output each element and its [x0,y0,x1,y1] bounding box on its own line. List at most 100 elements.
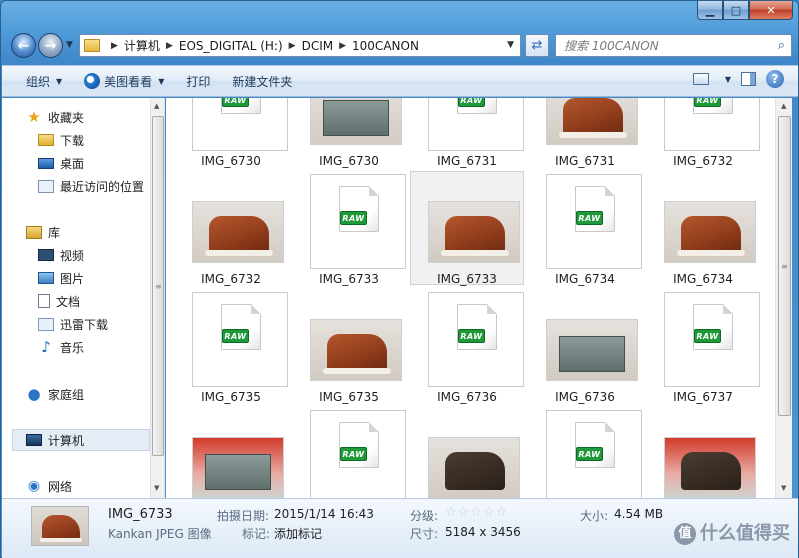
file-name-label: IMG_6732 [201,272,261,286]
sidebar-item-pictures[interactable]: 图片 [38,267,164,289]
raw-badge-icon: RAW [222,98,249,107]
file-tile[interactable]: IMG_6734 [642,171,760,290]
scroll-up-icon[interactable]: ▲ [154,102,159,110]
raw-file-thumbnail: RAW [546,410,642,498]
chevron-down-icon[interactable]: ▼ [725,75,731,84]
sidebar-item-homegroup[interactable]: ● 家庭组 [26,383,164,405]
file-tile[interactable]: RAW IMG_6736 [406,289,524,408]
photo-thumbnail [664,437,756,498]
shoebox-image [559,336,625,372]
meitu-open-button[interactable]: 美图看看 ▼ [76,69,172,93]
file-tile[interactable]: RAW IMG_6735 [170,289,288,408]
sidebar-item-network[interactable]: ◉ 网络 [26,475,164,497]
sidebar-item-xunlei[interactable]: 迅雷下载 [38,313,164,335]
sidebar-item-recent[interactable]: 最近访问的位置 [38,175,164,197]
file-tile[interactable] [642,407,760,498]
file-tile[interactable] [170,407,288,498]
file-tile[interactable]: RAW IMG_6731 [406,98,524,172]
file-tile[interactable]: IMG_6732 [170,171,288,290]
raw-file-thumbnail: RAW [664,292,760,387]
document-icon: RAW [221,98,261,114]
file-name-label: IMG_6736 [437,390,497,404]
file-tile[interactable]: RAW [288,407,406,498]
breadcrumb-computer[interactable]: 计算机 [124,37,160,54]
file-tile[interactable]: RAW [524,407,642,498]
close-button[interactable]: ✕ [749,1,793,20]
search-input[interactable] [564,38,764,53]
address-dropdown-icon[interactable]: ▼ [507,40,514,50]
breadcrumb-100canon[interactable]: 100CANON [352,39,419,53]
meitu-label: 美图看看 [104,74,153,89]
new-folder-button[interactable]: 新建文件夹 [224,69,300,93]
chevron-right-icon[interactable]: ▶ [166,41,173,51]
explorer-window: ▁ □ ✕ ← → ▼ ▶ 计算机 ▶ EOS_DIGITAL (H:) ▶ D… [0,0,799,558]
details-size-value: 4.54 MB [614,507,664,521]
sidebar-item-label: 迅雷下载 [60,317,109,332]
chevron-right-icon[interactable]: ▶ [111,41,118,51]
file-tile[interactable]: RAW IMG_6733 [288,171,406,290]
preview-pane-icon[interactable] [741,72,756,86]
history-dropdown-icon[interactable]: ▼ [66,40,73,50]
search-icon[interactable]: ⌕ [778,38,785,53]
back-button[interactable]: ← [11,33,36,58]
file-tile[interactable]: IMG_6735 [288,289,406,408]
sidebar-scrollbar[interactable]: ▲ ≡ ▼ [150,98,164,498]
maximize-button[interactable]: □ [723,1,749,20]
file-tile[interactable] [406,407,524,498]
refresh-button[interactable]: ⇄ [525,34,549,57]
sidebar-item-desktop[interactable]: 桌面 [38,152,164,174]
sidebar-item-libraries[interactable]: 库 [26,221,164,243]
sidebar-scroll-thumb[interactable]: ≡ [152,116,164,456]
address-bar[interactable]: ▶ 计算机 ▶ EOS_DIGITAL (H:) ▶ DCIM ▶ 100CAN… [79,34,521,57]
file-list-scrollbar[interactable]: ▲ ≡ ▼ [775,98,792,498]
details-date-value: 2015/1/14 16:43 [274,507,374,521]
file-tile[interactable]: IMG_6731 [524,98,642,172]
sidebar-item-label: 家庭组 [48,387,85,402]
watermark-text: 什么值得买 [700,523,790,544]
sidebar-item-music[interactable]: ♪ 音乐 [38,336,164,358]
scroll-down-icon[interactable]: ▼ [154,484,159,492]
file-tile[interactable]: IMG_6730 [288,98,406,172]
minimize-button[interactable]: ▁ [697,1,723,20]
raw-file-thumbnail: RAW [664,98,760,151]
organize-button[interactable]: 组织 ▼ [18,69,70,93]
file-list-scroll-thumb[interactable]: ≡ [778,116,791,416]
raw-file-thumbnail: RAW [428,292,524,387]
help-icon[interactable]: ? [766,70,784,88]
rating-stars-icon[interactable]: ☆☆☆☆☆ [445,505,508,520]
boot-image [327,334,387,372]
scroll-up-icon[interactable]: ▲ [781,102,786,110]
print-button[interactable]: 打印 [178,69,218,93]
sidebar-item-favorites[interactable]: ★ 收藏夹 [26,106,164,128]
chevron-right-icon[interactable]: ▶ [289,41,296,51]
boot-sole [559,132,627,138]
file-tile[interactable]: RAW IMG_6737 [642,289,760,408]
sidebar-item-video[interactable]: 视频 [38,244,164,266]
change-view-icon[interactable] [692,73,709,85]
file-tile[interactable]: IMG_6733 [406,171,524,290]
sidebar-item-label: 网络 [48,479,73,494]
forward-button[interactable]: → [38,33,63,58]
breadcrumb-drive[interactable]: EOS_DIGITAL (H:) [179,39,283,53]
boot-sole [205,250,273,256]
boot-sole [677,250,745,256]
file-tile[interactable]: RAW IMG_6734 [524,171,642,290]
breadcrumb-dcim[interactable]: DCIM [302,39,334,53]
raw-file-thumbnail: RAW [192,98,288,151]
boot-sole [441,250,509,256]
details-dimensions-value: 5184 x 3456 [445,525,521,539]
xunlei-download-icon [38,317,54,331]
sidebar-item-download[interactable]: 下载 [38,129,164,151]
shoebox-image [205,454,271,490]
file-tile[interactable]: IMG_6736 [524,289,642,408]
details-tag-value[interactable]: 添加标记 [274,525,322,542]
sidebar-item-documents[interactable]: 文档 [38,290,164,312]
chevron-right-icon[interactable]: ▶ [339,41,346,51]
computer-icon [26,434,42,446]
sidebar-item-computer[interactable]: 计算机 [12,429,150,451]
file-tile[interactable]: RAW IMG_6730 [170,98,288,172]
file-tile[interactable]: RAW IMG_6732 [642,98,760,172]
photo-thumbnail [310,98,402,145]
search-box[interactable]: ⌕ [555,34,792,57]
scroll-down-icon[interactable]: ▼ [781,484,786,492]
